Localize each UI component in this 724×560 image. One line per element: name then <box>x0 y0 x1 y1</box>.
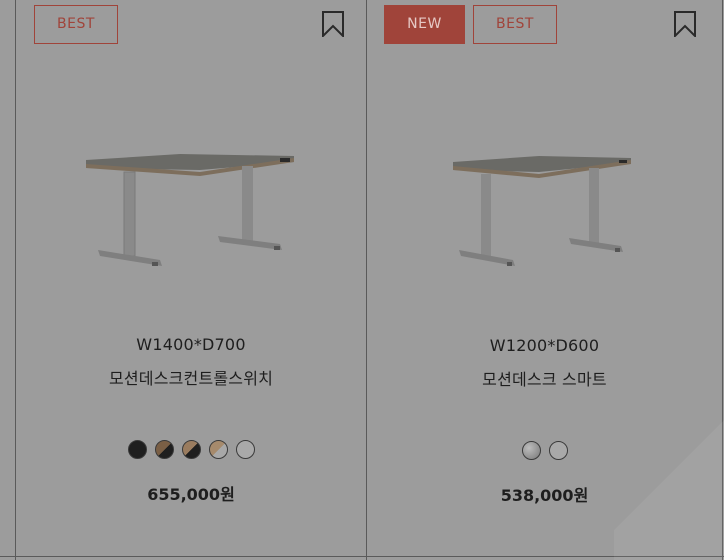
overlay-shadow <box>614 390 724 560</box>
best-badge: BEST <box>473 5 557 44</box>
color-swatches <box>16 440 366 459</box>
product-image-desk[interactable] <box>449 150 633 270</box>
swatch-black[interactable] <box>127 440 147 459</box>
product-size[interactable]: W1400*D700 <box>16 335 366 354</box>
product-name[interactable]: 모션데스크 스마트 <box>367 366 722 390</box>
swatch-walnut-black[interactable] <box>154 440 174 459</box>
new-badge: NEW <box>384 5 465 44</box>
swatch-grey[interactable] <box>521 441 541 460</box>
product-image-desk[interactable] <box>80 146 298 272</box>
bookmark-icon[interactable] <box>673 11 697 37</box>
swatch-walnut-black[interactable] <box>181 440 201 459</box>
product-size[interactable]: W1200*D600 <box>367 336 722 355</box>
best-badge: BEST <box>34 5 118 44</box>
swatch-oak-white[interactable] <box>208 440 228 459</box>
bookmark-icon[interactable] <box>321 11 345 37</box>
product-grid: BEST W1400*D700 모션데스크컨트롤스위치 655,000원 NEW… <box>0 0 724 560</box>
product-price: 655,000원 <box>147 485 235 504</box>
swatch-white[interactable] <box>548 441 568 460</box>
swatch-white[interactable] <box>235 440 255 459</box>
product-card[interactable]: BEST W1400*D700 모션데스크컨트롤스위치 655,000원 <box>16 0 366 556</box>
product-name[interactable]: 모션데스크컨트롤스위치 <box>16 365 366 389</box>
